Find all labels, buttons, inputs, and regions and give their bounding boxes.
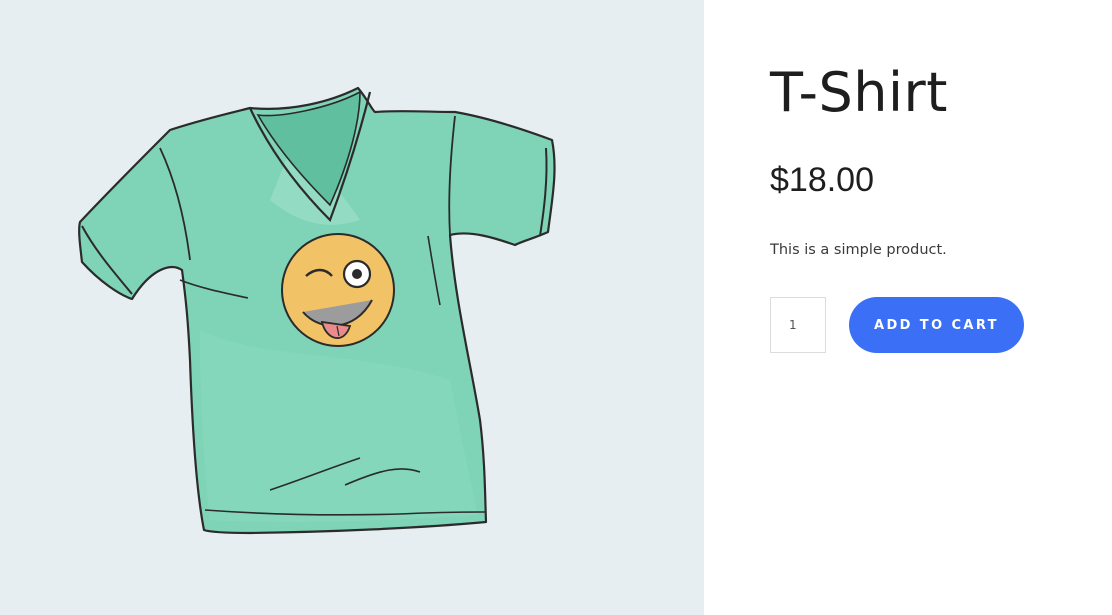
product-title: T-Shirt bbox=[770, 61, 948, 124]
quantity-input[interactable] bbox=[770, 297, 826, 353]
product-gallery bbox=[0, 0, 704, 615]
product-price: $18.00 bbox=[770, 161, 874, 199]
product-page: T-Shirt $18.00 This is a simple product.… bbox=[0, 0, 1112, 615]
product-summary: T-Shirt $18.00 This is a simple product.… bbox=[704, 0, 1112, 615]
add-to-cart-button[interactable]: ADD TO CART bbox=[849, 297, 1024, 353]
product-image[interactable] bbox=[0, 0, 704, 615]
add-to-cart-form: ADD TO CART bbox=[770, 297, 1024, 353]
product-short-description: This is a simple product. bbox=[770, 242, 947, 258]
winking-emoji-icon bbox=[281, 233, 395, 347]
